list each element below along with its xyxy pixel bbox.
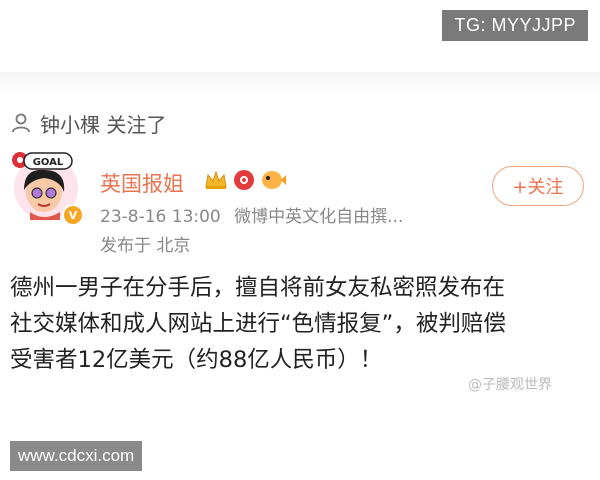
verified-badge: V xyxy=(62,204,84,226)
post-meta: 23-8-16 13:00 微博中英文化自由撰... xyxy=(100,202,403,227)
pufferfish-badge-icon xyxy=(262,171,286,189)
avatar-goal-text: GOAL xyxy=(33,157,64,168)
site-watermark: www.cdcxi.com xyxy=(10,441,143,471)
crown-icon xyxy=(205,170,227,189)
flower-badge-icon xyxy=(234,170,254,190)
post-source: 微博中英文化自由撰... xyxy=(234,207,404,227)
post-timestamp: 23-8-16 13:00 xyxy=(100,207,221,227)
verified-badge-label: V xyxy=(68,208,78,222)
tg-watermark: TG: MYYJJPP xyxy=(442,10,588,41)
username[interactable]: 英国报姐 xyxy=(100,168,184,198)
followed-by-notice: 钟小棵 关注了 xyxy=(10,108,166,138)
user-badges xyxy=(204,168,286,192)
follow-button[interactable]: +关注 xyxy=(492,166,584,206)
user-icon xyxy=(12,113,30,133)
followed-by-text: 钟小棵 关注了 xyxy=(40,112,167,137)
channel-watermark: @子腰观世界 xyxy=(468,374,552,394)
avatar[interactable]: GOAL V xyxy=(10,150,84,226)
post-text: 德州一男子在分手后，擅自将前女友私密照发布在 社交媒体和成人网站上进行“色情报复… xyxy=(10,275,506,373)
post-location: 发布于 北京 xyxy=(100,236,191,256)
channel-watermark-text: @子腰观世界 xyxy=(468,377,552,393)
post-header: GOAL V 英国报姐 23-8-16 13:00 微博中英文化自由撰... 发… xyxy=(10,150,590,260)
divider xyxy=(0,72,600,94)
